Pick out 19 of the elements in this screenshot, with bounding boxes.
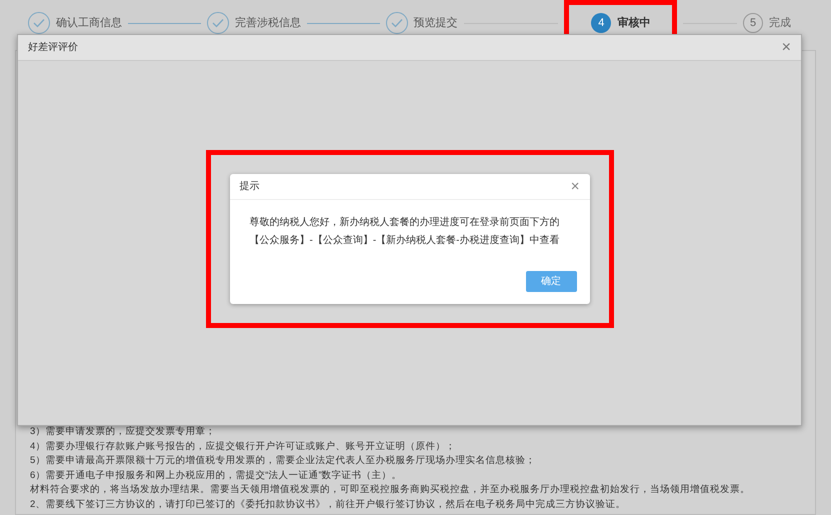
note-text: 4）需要办理银行存款账户账号报告的，应提交银行开户许可证或账户、账号开立证明（原件）； — [30, 440, 456, 454]
step-label: 审核中 — [617, 16, 650, 31]
note-text: 5）需要申请最高开票限额十万元的增值税专用发票的，需要企业法定代表人至办税服务厅现场办理实名信息核验； — [30, 454, 536, 468]
dialog-title: 提示 — [240, 180, 260, 194]
step-label: 完善涉税信息 — [234, 16, 301, 31]
dialog-message: 尊敬的纳税人您好，新办纳税人套餐的办理进度可在登录前页面下方的【公众服务】-【公众查询】-【新办纳税人套餐-办税进度查询】中查看 — [248, 216, 560, 248]
note-text: 3）需要申请发票的，应提交发票专用章； — [30, 425, 216, 439]
note-text: 材料符合要求的，将当场发放办理结果。需要当天领用增值税发票的，可即至税控服务商购买税控盘，并至办税服务厅办理税控盘初始发行，当场领用增值税发票。 — [30, 483, 751, 497]
confirm-button[interactable]: 确定 — [526, 271, 576, 292]
step-number: 4 — [591, 13, 612, 33]
note-text: 2、需要线下签订三方协议的，请打印已签订的《委托扣款协议书》，前往开户银行签订协议，然后在电子税务局中完成三方协议验证。 — [30, 498, 626, 512]
close-button[interactable]: × — [570, 179, 580, 194]
step-number: 5 — [743, 13, 763, 33]
step-label: 预览提交 — [414, 16, 458, 31]
modal-title: 好差评评价 — [28, 41, 78, 55]
note-text: 6）需要开通电子申报服务和网上办税应用的，需提交“法人一证通”数字证书（主）。 — [30, 468, 403, 482]
step-label: 确认工商信息 — [56, 16, 122, 31]
step-label: 完成 — [769, 16, 791, 31]
close-button[interactable]: × — [782, 40, 791, 56]
